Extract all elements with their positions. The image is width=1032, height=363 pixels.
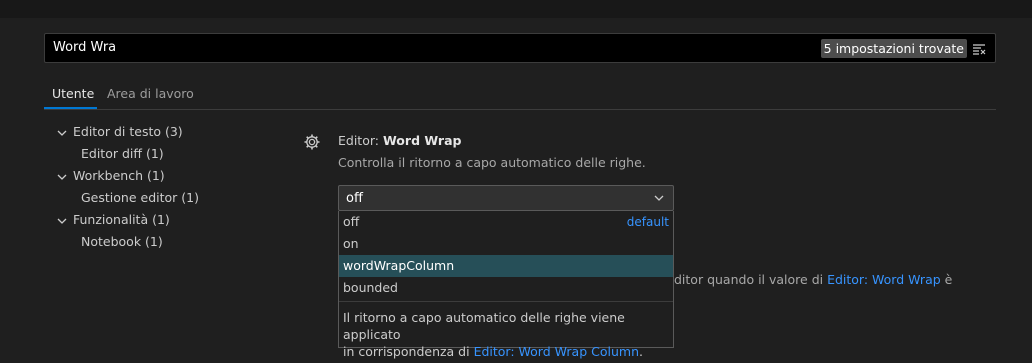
option-description-line: Il ritorno a capo automatico delle righe…	[343, 310, 625, 342]
chevron-down-icon	[57, 218, 67, 224]
select-dropdown: off default on wordWrapColumn bounded Il…	[338, 211, 674, 359]
result-count-badge: 5 impostazioni trovate	[820, 39, 967, 58]
option-word-wrap-column[interactable]: wordWrapColumn	[339, 255, 673, 277]
description-text: .	[639, 344, 643, 359]
toc-item-diff-editor[interactable]: Editor diff (1)	[81, 146, 164, 161]
top-bar	[0, 0, 1032, 18]
option-off[interactable]: off default	[339, 211, 673, 233]
word-wrap-select[interactable]: off	[338, 185, 674, 211]
description-text: è	[940, 272, 953, 287]
toc-item-editor-management[interactable]: Gestione editor (1)	[81, 190, 199, 205]
settings-scope-tabs: Utente Area di lavoro	[44, 84, 996, 110]
description-text: ditor quando il valore di	[674, 272, 828, 287]
search-query[interactable]: Word Wra	[53, 40, 116, 55]
setting-category: Editor:	[338, 133, 383, 148]
tab-user[interactable]: Utente	[52, 86, 94, 101]
setting-title: Editor: Word Wrap	[338, 133, 461, 148]
default-tag: default	[626, 215, 669, 229]
dropdown-divider	[339, 301, 673, 302]
tab-workspace[interactable]: Area di lavoro	[107, 86, 194, 101]
setting-name: Word Wrap	[382, 133, 462, 148]
option-on[interactable]: on	[339, 233, 673, 255]
partially-hidden-description: ditor quando il valore di Editor: Word W…	[674, 272, 952, 287]
toc-item-label: Editor di testo (3)	[73, 124, 183, 139]
toc-item-label: Gestione editor (1)	[81, 190, 199, 205]
chevron-down-icon	[654, 195, 664, 201]
option-description-line: in corrispondenza di Editor: Word Wrap C…	[343, 343, 669, 360]
gear-icon[interactable]	[303, 133, 321, 151]
option-label: on	[343, 236, 359, 251]
option-label: bounded	[343, 280, 398, 295]
toc-item-label: Workbench (1)	[73, 168, 165, 183]
chevron-down-icon	[57, 130, 67, 136]
description-text: in corrispondenza di	[343, 344, 474, 359]
select-value: off	[346, 191, 363, 206]
word-wrap-column-link[interactable]: Editor: Word Wrap Column	[474, 344, 639, 359]
option-label: off	[343, 214, 360, 229]
clear-filter-icon[interactable]	[971, 41, 987, 57]
toc-item-notebook[interactable]: Notebook (1)	[81, 234, 163, 249]
option-description: Il ritorno a capo automatico delle righe…	[343, 309, 669, 360]
chevron-down-icon	[57, 174, 67, 180]
active-tab-indicator	[44, 107, 97, 109]
toc-item-label: Notebook (1)	[81, 234, 163, 249]
toc-item-label: Editor diff (1)	[81, 146, 164, 161]
toc-item-label: Funzionalità (1)	[73, 212, 170, 227]
option-label: wordWrapColumn	[343, 258, 455, 273]
word-wrap-link[interactable]: Editor: Word Wrap	[827, 272, 941, 287]
option-bounded[interactable]: bounded	[339, 277, 673, 299]
search-input[interactable]: Word Wra 5 impostazioni trovate	[44, 33, 996, 63]
setting-description: Controlla il ritorno a capo automatico d…	[338, 155, 646, 170]
